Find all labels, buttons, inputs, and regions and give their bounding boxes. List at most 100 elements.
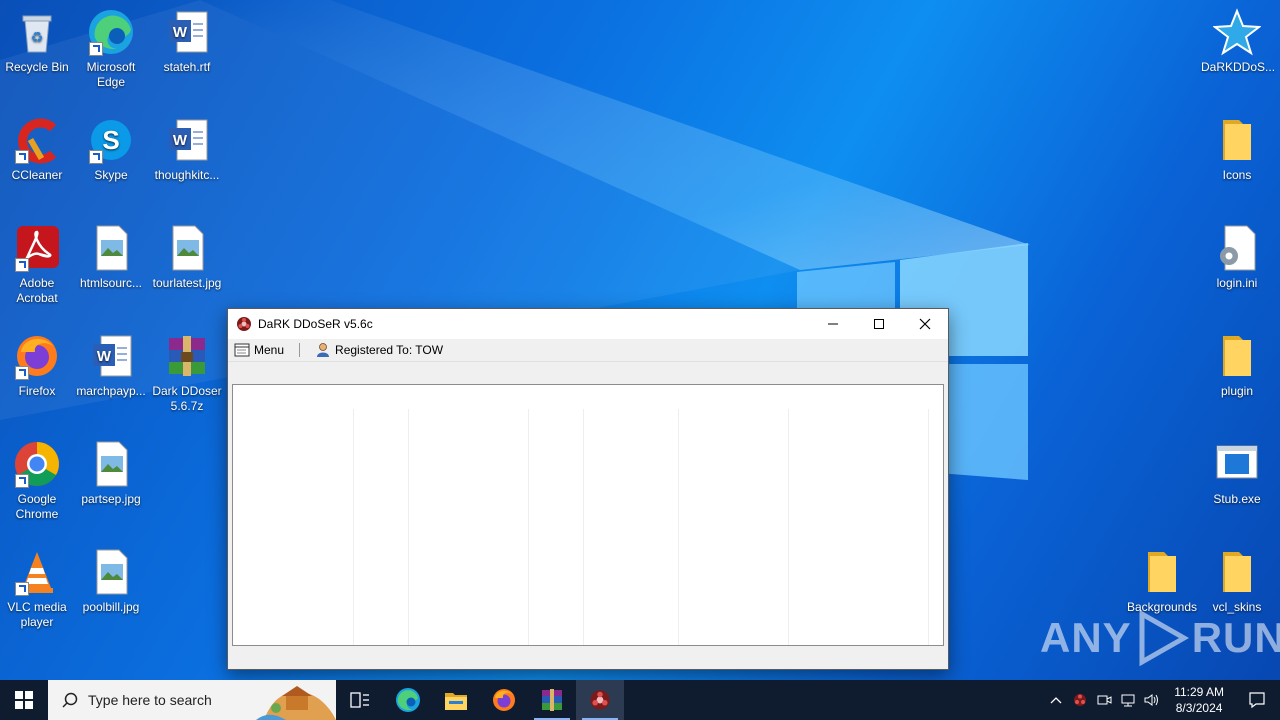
desktop-icon-edge[interactable]: Microsoft Edge: [75, 8, 147, 90]
minimize-button[interactable]: [810, 309, 856, 339]
desktop-icon-partsep[interactable]: partsep.jpg: [75, 440, 147, 507]
icon-label: Firefox: [18, 384, 56, 398]
icon-label: Adobe Acrobat: [16, 276, 58, 305]
desktop-icon-acrobat[interactable]: Adobe Acrobat: [1, 224, 73, 306]
dark-ddoser-window[interactable]: DaRK DDoSeR v5.6c Menu Registered To: TO…: [227, 308, 949, 670]
tray-network[interactable]: [1116, 680, 1140, 720]
desktop-icon-stub-exe[interactable]: Stub.exe: [1201, 440, 1273, 507]
clock-date: 8/3/2024: [1175, 701, 1223, 715]
icon-label: login.ini: [1216, 276, 1258, 290]
svg-text:W: W: [97, 348, 112, 365]
notification-icon: [1249, 692, 1265, 709]
desktop-icon-skype[interactable]: S Skype: [75, 116, 147, 183]
desktop-icon-chrome[interactable]: Google Chrome: [1, 440, 73, 522]
taskbar-dark-ddoser[interactable]: [576, 680, 624, 720]
start-button[interactable]: [0, 680, 48, 720]
desktop-icon-backgrounds-folder[interactable]: Backgrounds: [1126, 548, 1198, 615]
icon-label: htmlsourc...: [79, 276, 142, 290]
icon-label: Stub.exe: [1213, 492, 1261, 506]
menu-window-icon: [234, 343, 250, 357]
settings-file-icon: [1220, 225, 1256, 271]
svg-text:W: W: [173, 24, 188, 41]
tray-overflow-button[interactable]: [1044, 680, 1068, 720]
biohazard-tray-icon: [1074, 694, 1087, 706]
camera-icon: [1097, 695, 1112, 705]
chevron-up-icon: [1050, 697, 1062, 704]
search-highlight-illustration-icon: [256, 686, 336, 720]
desktop-icon-icons-folder[interactable]: Icons: [1201, 116, 1273, 183]
desktop-icon-login-ini[interactable]: login.ini: [1201, 224, 1273, 291]
column-divider: [928, 409, 929, 645]
biohazard-app-icon: [590, 690, 610, 710]
icon-label: partsep.jpg: [81, 492, 141, 506]
word-doc-icon: W: [169, 11, 208, 53]
folder-icon: [1223, 552, 1251, 592]
notification-center-button[interactable]: [1234, 680, 1280, 720]
desktop-icon-poolbill[interactable]: poolbill.jpg: [75, 548, 147, 615]
registered-to-item[interactable]: Registered To: TOW: [312, 342, 446, 358]
clock[interactable]: 11:29 AM 8/3/2024: [1164, 684, 1234, 716]
desktop-icon-htmlsourc[interactable]: htmlsourc...: [75, 224, 147, 291]
anyrun-watermark: ANY RUN: [1040, 608, 1280, 668]
task-view-icon: [350, 692, 369, 708]
winrar-icon: [542, 689, 562, 711]
close-icon: [919, 318, 931, 330]
menu-button[interactable]: Menu: [231, 343, 287, 357]
taskbar-edge[interactable]: [384, 680, 432, 720]
desktop-icon-darkddos[interactable]: DaRKDDoS...: [1201, 8, 1276, 75]
image-file-icon: [96, 225, 128, 271]
column-divider: [353, 409, 354, 645]
taskbar-firefox[interactable]: [480, 680, 528, 720]
taskbar: Type here to search 11:29 AM 8/3/2024: [0, 680, 1280, 720]
column-divider: [408, 409, 409, 645]
taskbar-winrar[interactable]: [528, 680, 576, 720]
desktop-icon-plugin-folder[interactable]: plugin: [1201, 332, 1273, 399]
icon-label: thoughkitc...: [154, 168, 220, 182]
desktop-icon-ccleaner[interactable]: CCleaner: [1, 116, 73, 183]
recycle-bin-icon: ♻: [22, 15, 52, 53]
image-file-icon: [172, 225, 204, 271]
icon-label: CCleaner: [11, 168, 63, 182]
desktop-icon-recycle-bin[interactable]: ♻ Recycle Bin: [1, 8, 73, 75]
icon-label: tourlatest.jpg: [152, 276, 222, 290]
menu-separator: [299, 343, 301, 357]
icon-label: stateh.rtf: [163, 60, 211, 74]
desktop-icon-thoughkitc[interactable]: W thoughkitc...: [151, 116, 223, 183]
tray-app-icon[interactable]: [1068, 680, 1092, 720]
close-button[interactable]: [902, 309, 948, 339]
desktop-icon-firefox[interactable]: Firefox: [1, 332, 73, 399]
image-file-icon: [96, 549, 128, 595]
desktop-icon-vlc[interactable]: VLC media player: [1, 548, 73, 630]
menu-bar: Menu Registered To: TOW: [228, 339, 948, 362]
window-title: DaRK DDoSeR v5.6c: [258, 317, 373, 331]
desktop-icon-tourlatest[interactable]: tourlatest.jpg: [151, 224, 223, 291]
firefox-icon: [493, 689, 515, 711]
desktop-icon-stateh[interactable]: W stateh.rtf: [151, 8, 223, 75]
desktop-icon-marchpayp[interactable]: W marchpayp...: [75, 332, 147, 399]
icon-label: Skype: [94, 168, 128, 182]
biohazard-app-icon: [237, 317, 251, 331]
icon-label: DaRKDDoS...: [1201, 60, 1276, 74]
content-list-panel[interactable]: [232, 384, 944, 646]
maximize-icon: [874, 319, 884, 329]
desktop-icon-vcl-skins-folder[interactable]: vcl_skins: [1201, 548, 1273, 615]
svg-text:W: W: [173, 132, 188, 149]
tray-volume[interactable]: [1140, 680, 1164, 720]
column-divider: [788, 409, 789, 645]
tray-meet-now[interactable]: [1092, 680, 1116, 720]
svg-text:S: S: [102, 125, 119, 155]
search-icon: [62, 692, 78, 708]
star-icon: [1212, 8, 1262, 56]
column-divider: [583, 409, 584, 645]
taskbar-file-explorer[interactable]: [432, 680, 480, 720]
maximize-button[interactable]: [856, 309, 902, 339]
icon-label: marchpayp...: [76, 384, 146, 398]
image-file-icon: [96, 441, 128, 487]
network-icon: [1121, 694, 1135, 707]
title-bar[interactable]: DaRK DDoSeR v5.6c: [228, 309, 948, 339]
icon-label: Icons: [1222, 168, 1252, 182]
search-box[interactable]: Type here to search: [48, 680, 336, 720]
task-view-button[interactable]: [336, 680, 384, 720]
watermark-left: ANY: [1040, 614, 1132, 661]
desktop-icon-dark-ddoser-archive[interactable]: Dark DDoser 5.6.7z: [151, 332, 223, 414]
